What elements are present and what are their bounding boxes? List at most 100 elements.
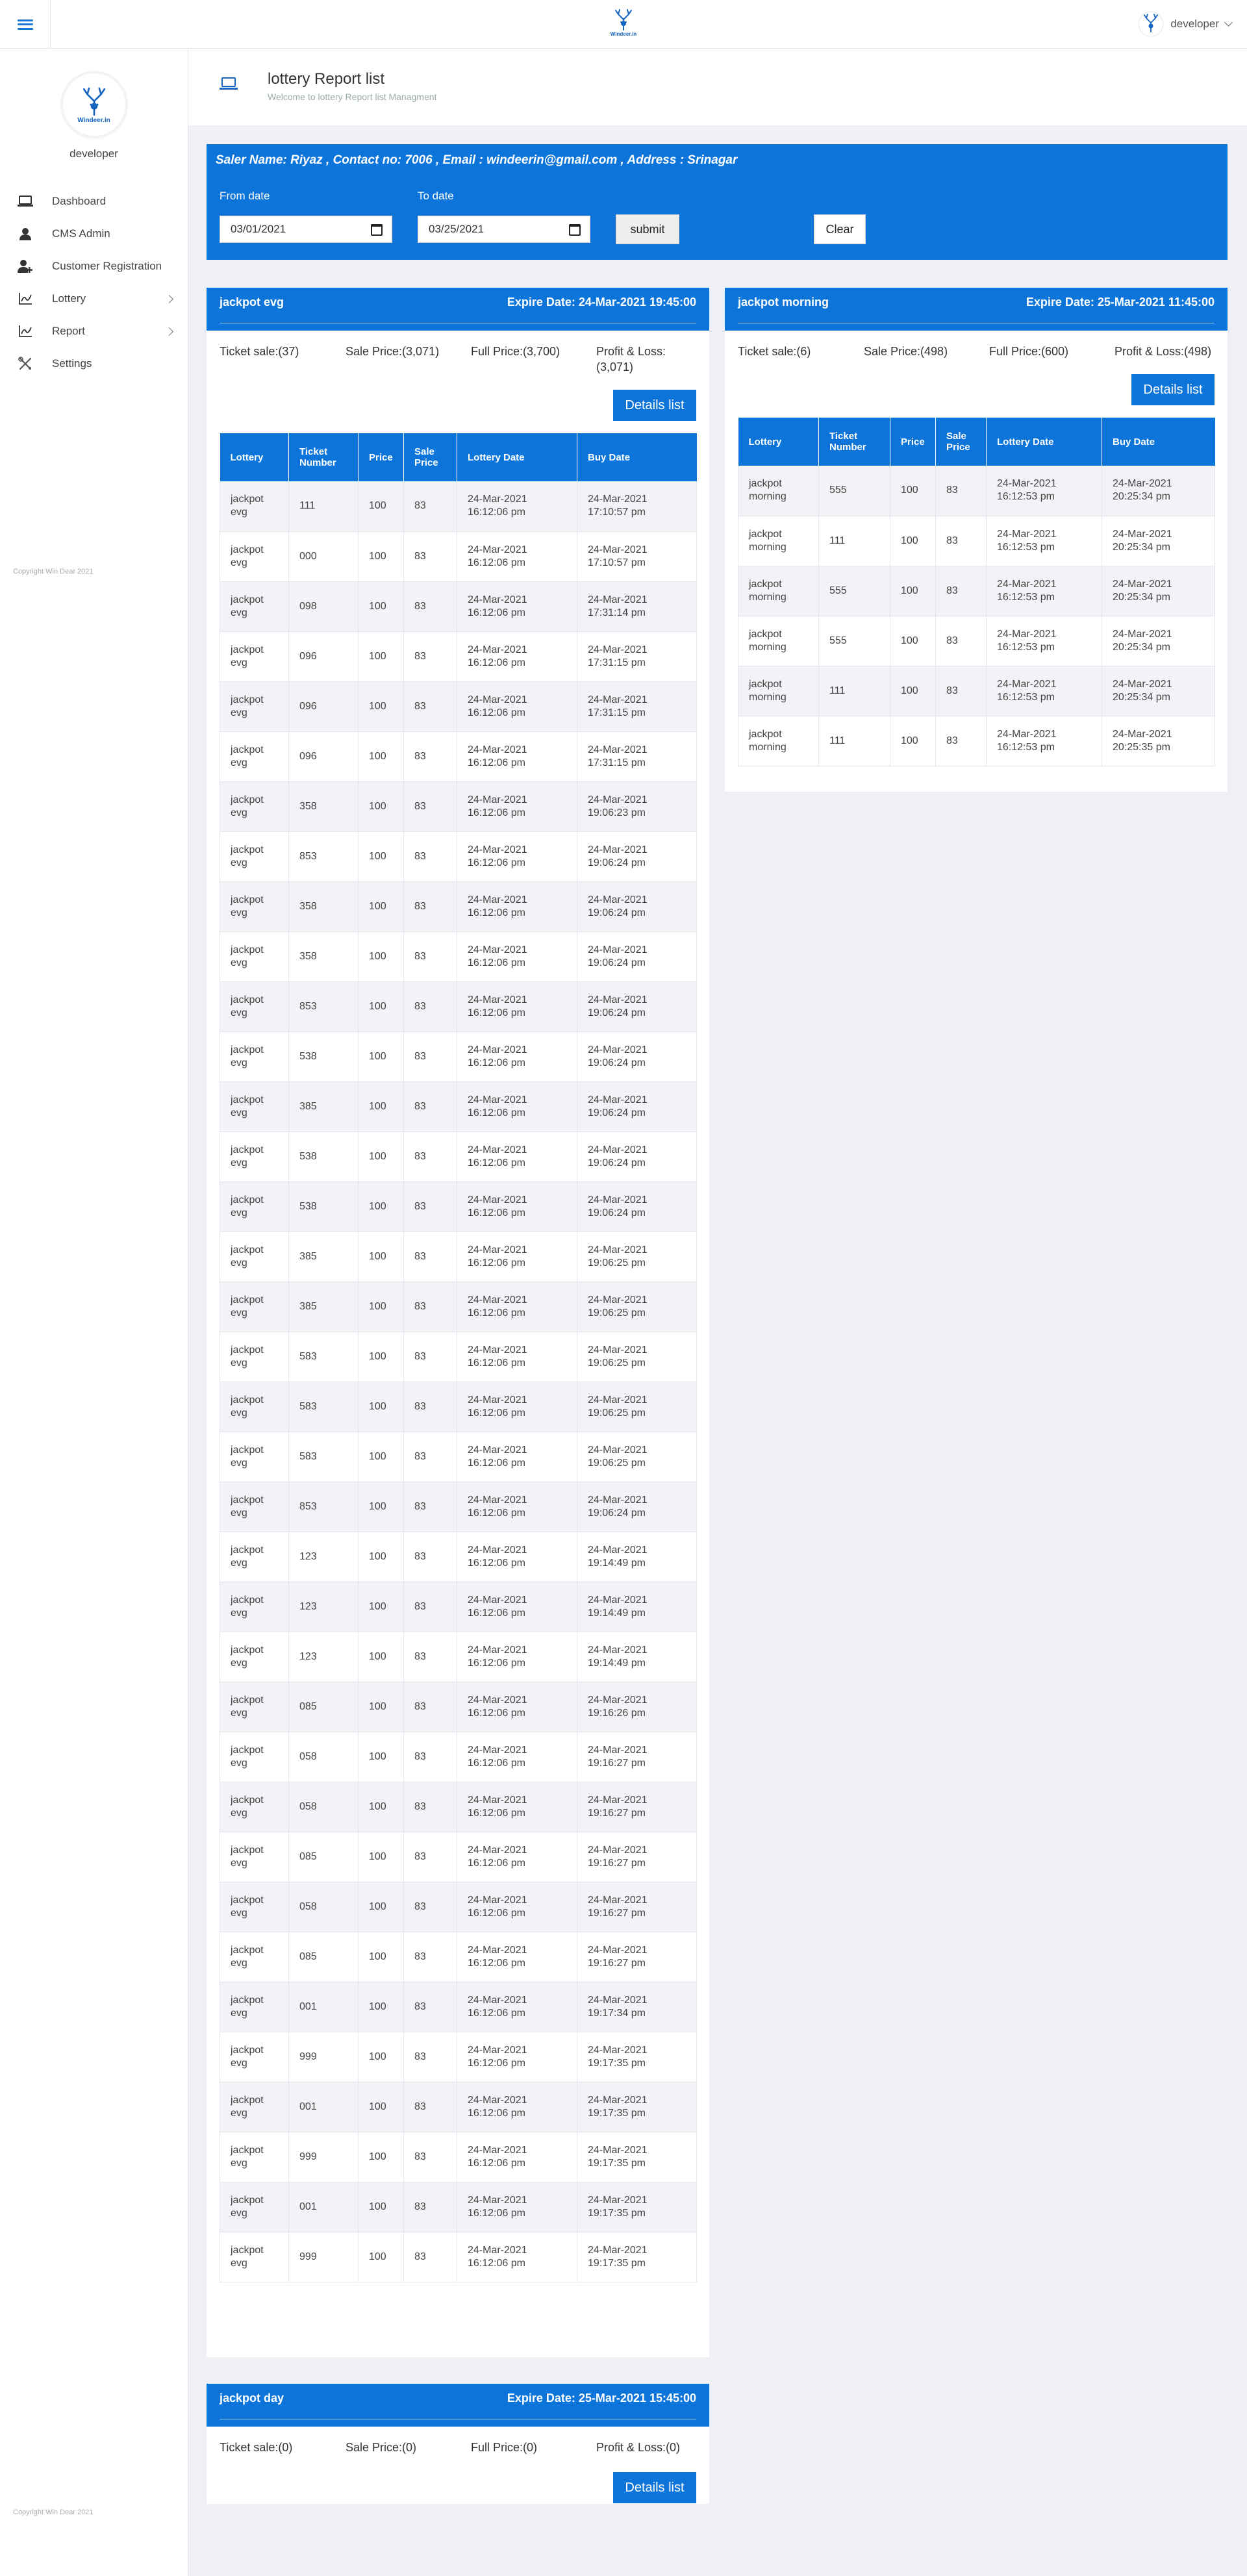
table-cell: jackpot evg [220,1482,289,1532]
calendar-icon[interactable] [569,224,581,236]
logo-text: Windeer.in [77,116,110,124]
profile-name: developer [69,147,118,160]
page-subtitle: Welcome to lottery Report list Managment [268,92,437,102]
table-cell: jackpot evg [220,2082,289,2132]
table-cell: 583 [288,1382,359,1432]
table-cell: 24-Mar-2021 16:12:06 pm [457,1582,577,1632]
sidebar-item-label: Settings [52,357,92,370]
table-cell: jackpot evg [220,1432,289,1482]
table-row: jackpot evg 001 100 83 24-Mar-2021 16:12:06 … [220,1982,697,2032]
table-cell: 24-Mar-2021 20:25:34 pm [1102,566,1215,616]
chevron-down-icon [1224,18,1233,27]
table-cell: 24-Mar-2021 20:25:34 pm [1102,666,1215,716]
table-cell: 538 [288,1131,359,1182]
table-cell: 999 [288,2032,359,2082]
table-cell: 538 [288,1181,359,1232]
table-cell: 24-Mar-2021 17:31:15 pm [577,681,697,732]
sale-price: Sale Price:(0) [346,2441,417,2454]
table-cell: jackpot evg [220,931,289,982]
table-cell: 111 [288,481,359,532]
sidebar-item-customer-registration[interactable]: Customer Registration [0,250,188,283]
table-row: jackpot evg 999 100 83 24-Mar-2021 16:12:06 … [220,2232,697,2282]
menu-toggle-button[interactable] [0,0,51,49]
sidebar-item-report[interactable]: Report [0,315,188,347]
table-cell: 83 [403,731,457,782]
table-cell: 24-Mar-2021 16:12:06 pm [457,2132,577,2182]
table-cell: 096 [288,731,359,782]
table-cell: 100 [358,631,404,682]
details-list-button[interactable]: Details list [613,390,696,421]
table-row: jackpot evg 853 100 83 24-Mar-2021 16:12:06 … [220,831,697,882]
table-cell: jackpot evg [220,2032,289,2082]
sidebar-item-settings[interactable]: Settings [0,347,188,380]
table-row: jackpot morning 555 100 83 24-Mar-2021 16:12… [738,466,1215,516]
table-cell: 24-Mar-2021 17:31:15 pm [577,631,697,682]
table-row: jackpot evg 085 100 83 24-Mar-2021 16:12:06 … [220,1932,697,1982]
table-cell: 001 [288,2182,359,2232]
table-cell: 100 [358,581,404,632]
table-cell: 83 [403,1782,457,1832]
table-row: jackpot evg 358 100 83 24-Mar-2021 16:12:06 … [220,931,697,982]
table-cell: 83 [403,881,457,932]
details-list-button[interactable]: Details list [1131,374,1215,405]
card-stats: Ticket sale:(37) Sale Price:(3,071) Full… [220,344,696,383]
table-cell: 24-Mar-2021 19:17:34 pm [577,1982,697,2032]
table-cell: jackpot evg [220,681,289,732]
to-date-input[interactable]: 03/25/2021 [418,216,590,243]
table-cell: 100 [358,1081,404,1132]
table-cell: 24-Mar-2021 19:16:27 pm [577,1882,697,1932]
table-cell: 100 [358,1882,404,1932]
hamburger-icon [17,19,33,30]
table-cell: 24-Mar-2021 16:12:06 pm [457,981,577,1032]
full-price: Full Price:(600) [989,345,1069,358]
from-date-input[interactable]: 03/01/2021 [220,216,392,243]
table-cell: 24-Mar-2021 19:06:23 pm [577,781,697,832]
brand-logo[interactable]: Windeer.in [607,8,640,40]
table-cell: 24-Mar-2021 16:12:06 pm [457,1031,577,1082]
clear-button[interactable]: Clear [814,214,866,244]
table-cell: 096 [288,681,359,732]
calendar-icon[interactable] [371,224,383,236]
sidebar-menu: Dashboard CMS Admin Customer Registratio… [0,185,188,380]
table-cell: 83 [403,2032,457,2082]
table-cell: 100 [358,531,404,582]
table-row: jackpot evg 085 100 83 24-Mar-2021 16:12:06 … [220,1832,697,1882]
table-cell: 83 [403,1282,457,1332]
table-cell: 83 [403,1482,457,1532]
table-cell: 24-Mar-2021 16:12:06 pm [457,1682,577,1732]
table-cell: 24-Mar-2021 19:06:24 pm [577,1081,697,1132]
table-cell: 24-Mar-2021 19:06:24 pm [577,1031,697,1082]
table-row: jackpot evg 058 100 83 24-Mar-2021 16:12:06 … [220,1782,697,1832]
table-cell: 100 [358,981,404,1032]
copyright-text: Copyright Win Dear 2021 [13,2508,94,2516]
table-cell: 100 [890,716,936,766]
table-row: jackpot evg 583 100 83 24-Mar-2021 16:12:06 … [220,1432,697,1482]
table-cell: 100 [358,1582,404,1632]
details-list-button[interactable]: Details list [613,2472,696,2503]
expire-date: Expire Date: 25-Mar-2021 15:45:00 [507,2392,696,2405]
table-row: jackpot evg 096 100 83 24-Mar-2021 16:12:06 … [220,681,697,732]
table-cell: 385 [288,1231,359,1282]
table-cell: 24-Mar-2021 16:12:06 pm [457,1231,577,1282]
column-header: Lottery Date [986,418,1102,466]
table-cell: jackpot evg [220,481,289,532]
table-cell: 83 [935,616,987,666]
table-cell: 24-Mar-2021 16:12:06 pm [457,1332,577,1382]
lottery-name: jackpot evg [220,296,284,309]
user-menu[interactable]: developer [1138,9,1233,39]
sidebar-item-lottery[interactable]: Lottery [0,283,188,315]
sidebar-item-dashboard[interactable]: Dashboard [0,185,188,218]
table-cell: jackpot evg [220,2132,289,2182]
table-cell: 24-Mar-2021 16:12:53 pm [986,566,1102,616]
table-cell: 24-Mar-2021 16:12:06 pm [457,1982,577,2032]
submit-button[interactable]: submit [616,214,679,244]
table-cell: 24-Mar-2021 19:06:24 pm [577,881,697,932]
table-cell: 24-Mar-2021 16:12:06 pm [457,1382,577,1432]
table-cell: 100 [358,1382,404,1432]
table-cell: 24-Mar-2021 16:12:06 pm [457,631,577,682]
table-cell: 83 [403,1982,457,2032]
sidebar-item-cms-admin[interactable]: CMS Admin [0,218,188,250]
sale-price: Sale Price:(3,071) [346,345,440,358]
table-cell: 100 [358,1432,404,1482]
table-cell: jackpot evg [220,1582,289,1632]
